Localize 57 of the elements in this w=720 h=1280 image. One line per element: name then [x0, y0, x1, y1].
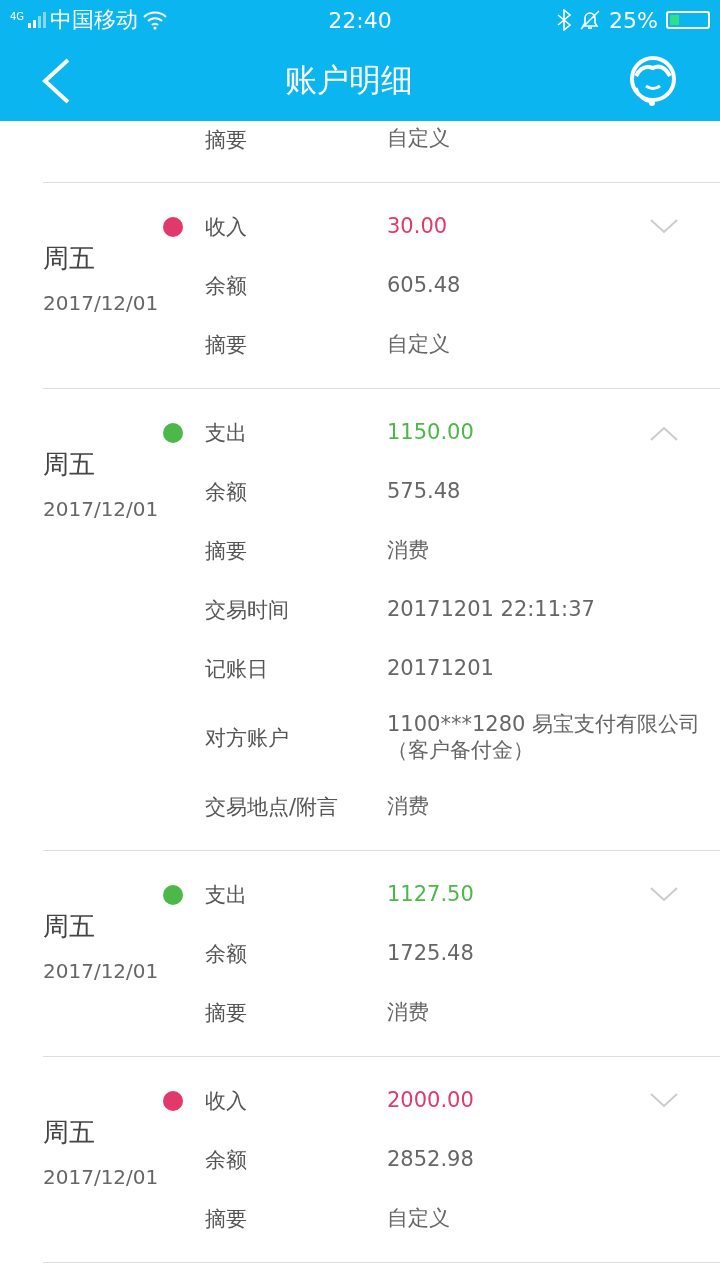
field-label: 收入 [205, 213, 248, 241]
chevron-down-icon[interactable] [650, 886, 678, 903]
field-value: 消费 [387, 793, 430, 820]
field-value: 自定义 [387, 126, 451, 152]
field-label: 余额 [205, 940, 248, 968]
field-label: 摘要 [205, 331, 248, 359]
amount: 1127.50 [387, 881, 475, 908]
clock: 22:40 [327, 7, 393, 33]
amount: 2000.00 [387, 1087, 475, 1114]
date-label: 2017/12/01 [43, 291, 160, 315]
field-label: 支出 [205, 881, 248, 909]
date-label: 2017/12/01 [43, 1165, 160, 1189]
date-label: 2017/12/01 [43, 497, 160, 521]
field-value: 消费 [387, 537, 430, 564]
field-label: 支出 [205, 419, 248, 447]
field-value: 自定义 [387, 1205, 451, 1232]
field-label: 摘要 [205, 1205, 248, 1233]
weekday-label: 周五 [43, 448, 96, 481]
field-label: 交易时间 [205, 596, 290, 624]
field-value: 605.48 [387, 272, 462, 299]
field-label: 交易地点/附言 [205, 793, 340, 821]
field-label: 对方账户 [205, 724, 290, 752]
weekday-label: 周五 [43, 910, 96, 943]
field-value: 自定义 [387, 331, 451, 358]
field-label: 余额 [205, 272, 248, 300]
chevron-down-icon[interactable] [650, 218, 678, 235]
field-value: 575.48 [387, 478, 462, 505]
field-value: 1100***1280 易宝支付有限公司（客户备付金） [387, 712, 702, 763]
field-label: 摘要 [205, 537, 248, 565]
battery-percent: 25% [609, 7, 658, 33]
field-label: 摘要 [205, 127, 248, 154]
field-value: 2852.98 [387, 1146, 475, 1173]
wifi-icon [142, 10, 169, 30]
chevron-up-icon[interactable] [650, 424, 678, 441]
bell-muted-icon [579, 9, 602, 31]
carrier-name: 中国移动 [50, 6, 139, 34]
signal-icon [28, 12, 47, 28]
amount: 30.00 [387, 213, 449, 240]
field-value: 20171201 22:11:37 [387, 596, 596, 623]
date-label: 2017/12/01 [43, 959, 160, 983]
field-label: 摘要 [205, 999, 248, 1027]
chevron-down-icon[interactable] [650, 1092, 678, 1109]
battery-icon [666, 11, 710, 29]
page-title: 账户明细 [284, 59, 414, 101]
weekday-label: 周五 [43, 1116, 96, 1149]
back-button[interactable] [40, 56, 72, 105]
network-type: 4G [10, 11, 25, 22]
field-value: 消费 [387, 999, 430, 1026]
field-label: 余额 [205, 478, 248, 506]
field-label: 余额 [205, 1146, 248, 1174]
field-label: 记账日 [205, 655, 269, 683]
bluetooth-icon [557, 9, 572, 31]
field-value: 20171201 [387, 655, 495, 682]
field-label: 收入 [205, 1087, 248, 1115]
amount: 1150.00 [387, 419, 475, 446]
field-value: 1725.48 [387, 940, 475, 967]
weekday-label: 周五 [43, 242, 96, 275]
